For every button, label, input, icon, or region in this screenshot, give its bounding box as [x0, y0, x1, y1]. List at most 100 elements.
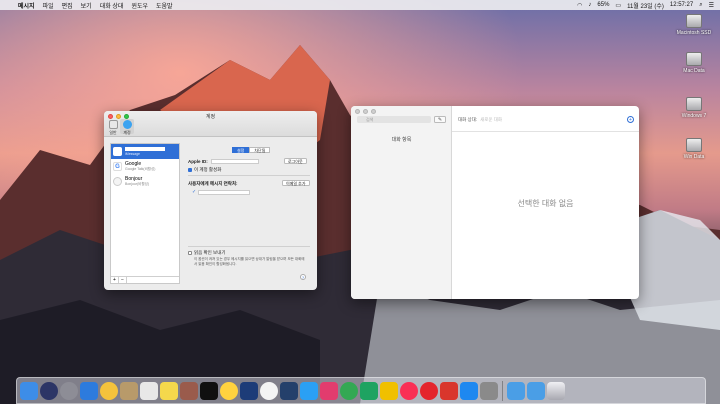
toolbar-general-label: 일반	[109, 130, 117, 135]
sign-out-button[interactable]: 로그아웃	[284, 158, 307, 164]
add-account-button[interactable]: +	[111, 277, 119, 283]
dock-app-icon[interactable]	[280, 381, 298, 400]
dock-app-icon[interactable]	[480, 381, 498, 400]
hard-disk-icon	[686, 14, 702, 28]
to-field[interactable]: 대화 상대: 새로운 대화	[458, 117, 502, 123]
minimize-button[interactable]	[363, 109, 368, 114]
desktop-icon-windows-7[interactable]: Windows 7	[668, 97, 720, 119]
dock-app-icon[interactable]	[160, 381, 178, 400]
hard-disk-icon	[686, 138, 702, 152]
messages-window: 검색 ✎ 대화 항목 대화 상대: 새로운 대화 + 선택한 대화 없음	[351, 106, 639, 299]
dock-app-icon[interactable]	[380, 381, 398, 400]
volume-icon[interactable]: ♪	[588, 2, 591, 8]
enable-account-row[interactable]: 이 계정 활성화	[188, 167, 221, 173]
dock-app-icon[interactable]	[507, 381, 525, 400]
wifi-icon[interactable]: ◠	[577, 2, 582, 9]
spotlight-icon[interactable]: ⌕	[699, 2, 702, 9]
account-list-footer: + −	[111, 276, 179, 283]
desktop-icon-label: Macintosh SSD	[676, 30, 712, 36]
dock-app-icon[interactable]	[360, 381, 378, 400]
account-row-bonjour[interactable]: Bonjour Bonjour(비활성)	[111, 174, 179, 189]
enable-account-label: 이 계정 활성화	[194, 167, 222, 172]
menu-window[interactable]: 윈도우	[127, 1, 152, 10]
dock-app-icon[interactable]	[200, 381, 218, 400]
conversation-header: 대화 상대: 새로운 대화 +	[452, 106, 639, 132]
dock-app-icon[interactable]	[40, 381, 58, 400]
dock-app-icon[interactable]	[120, 381, 138, 400]
reach-label: 사용자에게 메시지 연락처:	[188, 181, 238, 186]
toolbar-accounts-button[interactable]: 계정	[120, 119, 134, 135]
dock-app-icon[interactable]	[460, 381, 478, 400]
desktop-icon-mac-data[interactable]: Mac Data	[668, 52, 720, 74]
menu-help[interactable]: 도움말	[152, 1, 177, 10]
help-button[interactable]: ?	[300, 274, 306, 280]
dock-app-icon[interactable]	[400, 381, 418, 400]
dock-app-icon[interactable]	[220, 381, 238, 400]
apple-id-value-redacted	[211, 159, 259, 164]
tab-blocked[interactable]: 차단됨	[249, 147, 271, 153]
battery-percent[interactable]: 65%	[597, 2, 609, 8]
dock-app-icon[interactable]	[100, 381, 118, 400]
conversation-list-title: 대화 항목	[391, 137, 412, 143]
to-placeholder: 새로운 대화	[480, 117, 503, 122]
google-icon: G	[113, 162, 122, 171]
dock-app-icon[interactable]	[140, 381, 158, 400]
menu-app-name[interactable]: 메시지	[14, 1, 39, 10]
dock-app-icon[interactable]	[420, 381, 438, 400]
date-label[interactable]: 11월 23일 (수)	[627, 1, 664, 10]
window-title: 계정	[205, 114, 216, 120]
add-recipient-icon[interactable]: +	[627, 116, 634, 123]
search-input[interactable]: 검색	[357, 116, 431, 123]
divider	[188, 246, 310, 247]
conversation-sidebar: 검색 ✎ 대화 항목	[351, 106, 452, 299]
toolbar-accounts-label: 계정	[123, 130, 131, 135]
clock-label[interactable]: 12:57:27	[670, 2, 693, 8]
desktop-icon-macintosh-ssd[interactable]: Macintosh SSD	[668, 14, 720, 36]
menu-bar: 메시지 파일 편집 보기 대화 상대 윈도우 도움말 ◠ ♪ 65% ▭ 11월…	[0, 0, 720, 10]
add-email-button[interactable]: 이메일 추가	[282, 180, 310, 186]
empty-conversation-text: 선택한 대화 없음	[517, 199, 574, 208]
dock-app-icon[interactable]	[60, 381, 78, 400]
hard-disk-icon	[686, 97, 702, 111]
checkmark-icon[interactable]: ✓	[192, 189, 196, 195]
dock	[16, 377, 706, 404]
desktop-icon-label: Windows 7	[681, 113, 707, 119]
dock-app-icon[interactable]	[527, 381, 545, 400]
dock-app-icon[interactable]	[300, 381, 318, 400]
reach-address-redacted	[198, 190, 250, 195]
dock-app-icon[interactable]	[240, 381, 258, 400]
menu-buddies[interactable]: 대화 상대	[96, 1, 128, 10]
account-row-google[interactable]: G Google Google Talk(비활성)	[111, 159, 179, 174]
account-row-imessage[interactable]: iMessage	[111, 144, 179, 159]
close-button[interactable]	[355, 109, 360, 114]
dock-app-icon[interactable]	[20, 381, 38, 400]
window-controls	[355, 109, 376, 114]
read-receipts-checkbox[interactable]	[188, 250, 192, 255]
dock-app-icon[interactable]	[180, 381, 198, 400]
bonjour-icon	[113, 177, 122, 186]
account-detail-pane: 설정 차단됨 Apple ID: 로그아웃 이 계정 활성화 사용자에게 메시지…	[184, 143, 312, 284]
accounts-titlebar: 계정 일반 계정	[104, 111, 317, 137]
account-subtitle: Bonjour(비활성)	[125, 182, 150, 186]
account-name-redacted	[125, 147, 165, 151]
toolbar-general-button[interactable]: 일반	[106, 120, 120, 136]
zoom-button[interactable]	[371, 109, 376, 114]
menu-file[interactable]: 파일	[39, 1, 58, 10]
trash-icon[interactable]	[547, 381, 565, 400]
enable-account-checkbox[interactable]	[188, 167, 192, 172]
compose-button[interactable]: ✎	[434, 116, 446, 123]
to-label: 대화 상대:	[458, 117, 478, 122]
menu-view[interactable]: 보기	[77, 1, 96, 10]
tab-settings[interactable]: 설정	[232, 147, 250, 153]
desktop-icon-win-data[interactable]: Win Data	[668, 138, 720, 160]
dock-app-icon[interactable]	[260, 381, 278, 400]
notification-center-icon[interactable]: ☰	[709, 2, 714, 9]
remove-account-button[interactable]: −	[119, 277, 127, 283]
dock-app-icon[interactable]	[340, 381, 358, 400]
dock-app-icon[interactable]	[320, 381, 338, 400]
menu-edit[interactable]: 편집	[58, 1, 77, 10]
dock-app-icon[interactable]	[80, 381, 98, 400]
read-receipts-row[interactable]: 읽음 확인 보내기	[188, 250, 225, 256]
dock-app-icon[interactable]	[440, 381, 458, 400]
imessage-icon	[113, 147, 122, 156]
